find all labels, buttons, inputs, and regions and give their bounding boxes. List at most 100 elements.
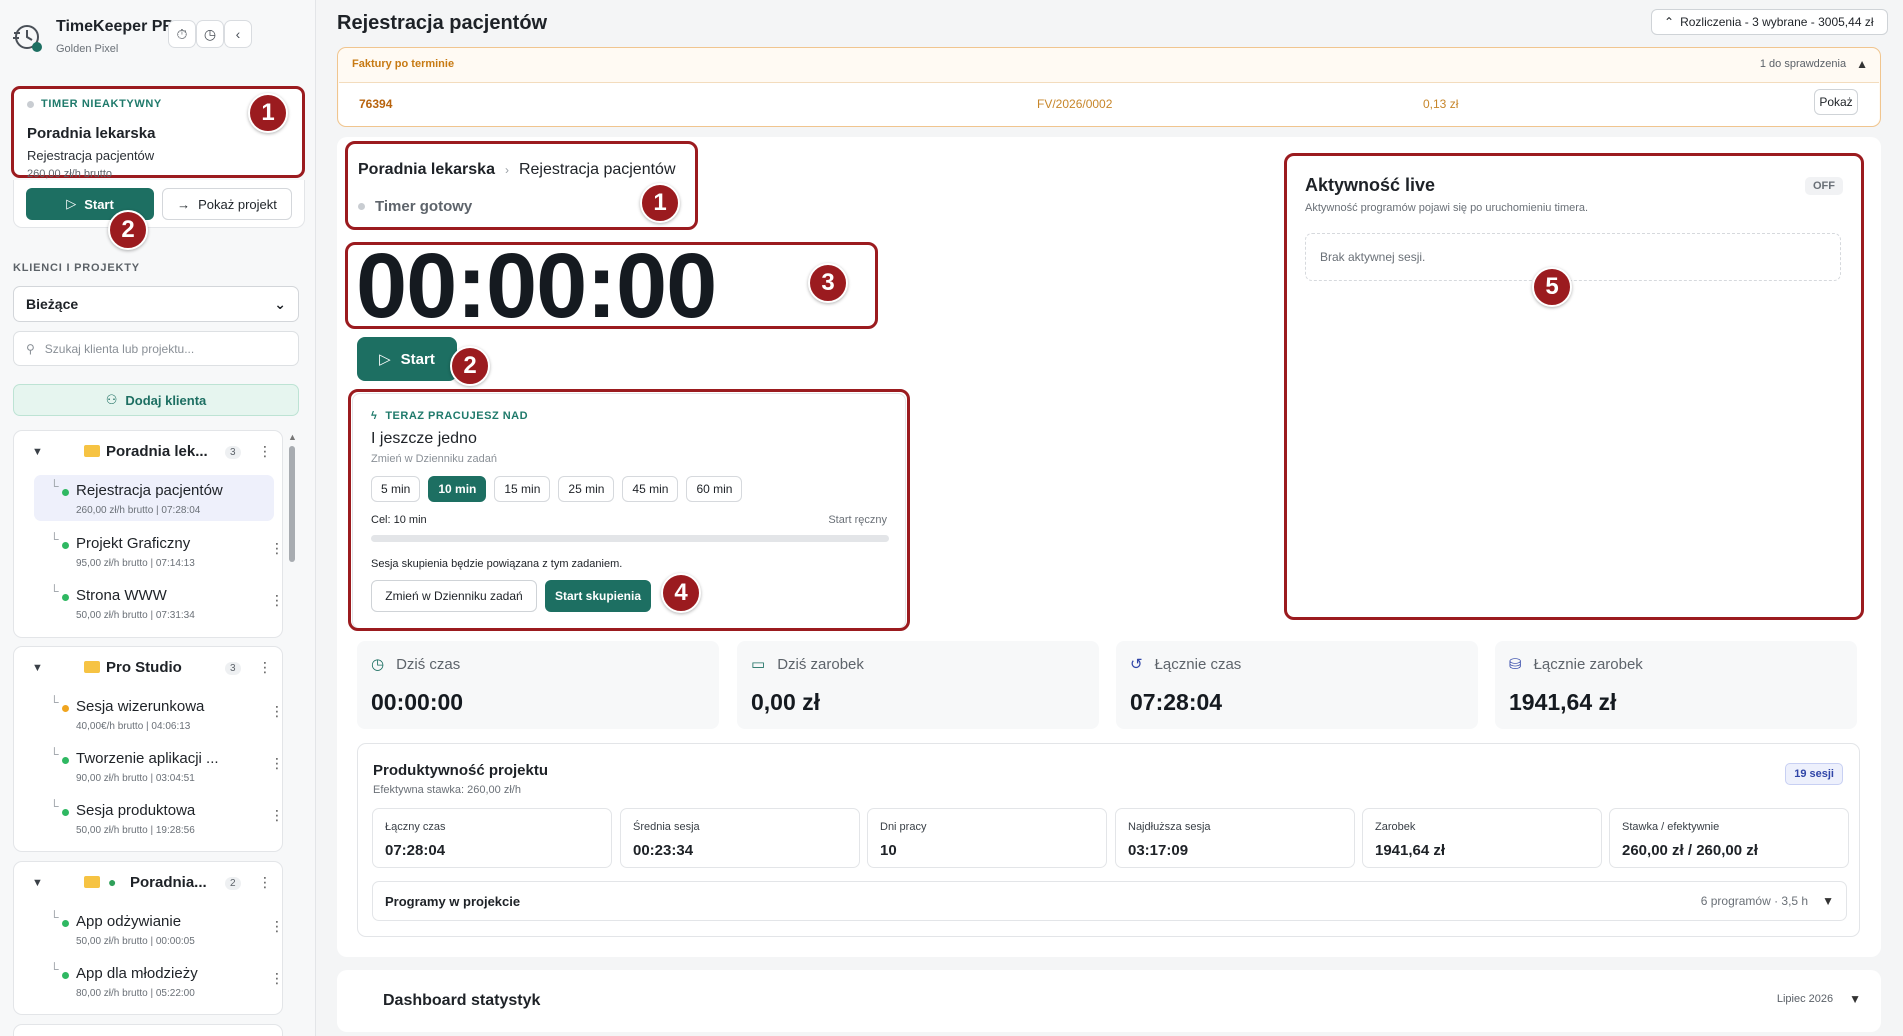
status-dot-icon [62, 920, 69, 927]
folder-icon [84, 445, 100, 457]
kebab-menu-icon[interactable]: ⋮ [270, 540, 284, 557]
sidebar-scrollbar[interactable]: ▲ [288, 432, 297, 568]
coins-icon: ⛁ [1509, 656, 1522, 673]
chevron-left-icon: ‹ [235, 26, 241, 42]
project-item[interactable]: └ App dla młodzieży 80,00 zł/h brutto | … [34, 958, 284, 1004]
highlight-frame [1284, 153, 1864, 620]
page-title: Rejestracja pacjentów [337, 12, 548, 34]
sidebar: TimeKeeper PRO Golden Pixel ⏱ ◷ ‹ TIMER … [0, 0, 316, 1036]
project-count-badge: 2 [225, 877, 241, 890]
project-productivity-panel: Produktywność projektu Efektywna stawka:… [357, 743, 1860, 937]
dashboard-period: Lipiec 2026 [1776, 993, 1834, 1005]
metric-card: Stawka / efektywnie 260,00 zł / 260,00 zł [1609, 808, 1849, 868]
kebab-menu-icon[interactable]: ⋮ [270, 970, 284, 987]
scroll-thumb[interactable] [289, 446, 295, 562]
timer-status: TIMER NIEAKTYWNY [41, 98, 162, 110]
caret-down-icon: ▼ [1822, 894, 1834, 908]
add-user-icon: ⚇ [105, 392, 118, 407]
invoice-id: FV/2026/0002 [1037, 97, 1113, 111]
chevron-down-icon: ⌄ [274, 295, 286, 312]
project-item[interactable]: └ App odżywianie 50,00 zł/h brutto | 00:… [34, 906, 284, 952]
timer-rate: 260,00 zł/h brutto [27, 168, 113, 180]
metric-card: Dni pracy 10 [867, 808, 1107, 868]
caret-down-icon: ▼ [32, 662, 43, 674]
status-dot-icon [62, 972, 69, 979]
history-button[interactable]: ◷ [196, 20, 224, 48]
productivity-subtitle: Efektywna stawka: 260,00 zł/h [373, 784, 521, 796]
chevron-up-icon: ⌃ [1664, 15, 1675, 29]
stat-total-time: ↺ Łącznie czas 07:28:04 [1116, 641, 1478, 729]
folder-icon [84, 661, 100, 673]
collapse-icon[interactable]: ▲ [1856, 57, 1868, 71]
billing-summary-button[interactable]: ⌃ Rozliczenia - 3 wybrane - 3005,44 zł [1651, 9, 1888, 35]
annotation-badge: 2 [108, 210, 148, 250]
stat-total-earnings: ⛁ Łącznie zarobek 1941,64 zł [1495, 641, 1857, 729]
client-group: ▼ ● Poradnia... 2 ⋮ └ App odżywianie 50,… [13, 861, 284, 1015]
annotation-badge: 1 [640, 183, 680, 223]
invoice-amount: 0,13 zł [1423, 97, 1459, 111]
annotation-badge: 2 [450, 346, 490, 386]
project-item[interactable]: └ Strona WWW 50,00 zł/h brutto | 07:31:3… [34, 580, 284, 626]
client-group [13, 1024, 283, 1036]
stat-today-time: ◷ Dziś czas 00:00:00 [357, 641, 719, 729]
overdue-title: Faktury po terminie [352, 58, 455, 70]
client-group-header[interactable]: ▼ ● Poradnia... 2 ⋮ [14, 862, 284, 906]
client-group: ▼ Poradnia lek... 3 ⋮ └ Rejestracja pacj… [13, 430, 284, 638]
dashboard-title: Dashboard statystyk [383, 992, 541, 1009]
brand: TimeKeeper PRO Golden Pixel ⏱ ◷ ‹ [12, 16, 304, 60]
highlight-frame [348, 389, 910, 631]
annotation-badge: 1 [248, 93, 288, 133]
project-count-badge: 3 [225, 446, 241, 459]
status-dot-icon [62, 594, 69, 601]
timer-logo-icon [13, 25, 42, 52]
metric-card: Najdłuższa sesja 03:17:09 [1115, 808, 1355, 868]
caret-down-icon: ▼ [32, 877, 43, 889]
project-item[interactable]: └ Tworzenie aplikacji ... 90,00 zł/h bru… [34, 743, 284, 789]
stopwatch-button[interactable]: ⏱ [168, 20, 196, 48]
history-icon: ↺ [1130, 656, 1143, 673]
start-timer-button[interactable]: ▷ Start [357, 337, 457, 381]
add-client-button[interactable]: ⚇ Dodaj klienta [13, 384, 299, 416]
client-search-input[interactable]: ⚲ Szukaj klienta lub projektu... [13, 331, 299, 366]
invoice-number: 76394 [359, 97, 393, 111]
clock-icon: ◷ [371, 656, 385, 673]
show-project-button[interactable]: → Pokaż projekt [162, 188, 292, 220]
project-item[interactable]: └ Projekt Graficzny 95,00 zł/h brutto | … [34, 528, 284, 574]
caret-down-icon: ▼ [1849, 992, 1861, 1006]
status-dot-icon [62, 705, 69, 712]
project-item[interactable]: └ Rejestracja pacjentów 260,00 zł/h brut… [34, 475, 274, 521]
show-invoice-button[interactable]: Pokaż [1814, 89, 1858, 115]
kebab-menu-icon[interactable]: ⋮ [270, 703, 284, 720]
kebab-menu-icon[interactable]: ⋮ [270, 755, 284, 772]
dashboard-panel[interactable]: Dashboard statystyk Lipiec 2026 ▼ [337, 970, 1881, 1032]
client-group-header[interactable]: ▼ Poradnia lek... 3 ⋮ [14, 431, 284, 475]
play-icon: ▷ [379, 351, 391, 368]
play-icon: ▷ [66, 196, 77, 211]
client-avatar-icon: ● [108, 874, 117, 890]
kebab-menu-icon[interactable]: ⋮ [270, 592, 284, 609]
annotation-badge: 3 [808, 263, 848, 303]
arrow-right-icon: → [177, 196, 191, 212]
clock-icon: ◷ [203, 25, 217, 42]
status-dot-icon [62, 757, 69, 764]
kebab-menu-icon[interactable]: ⋮ [270, 918, 284, 935]
kebab-menu-icon[interactable]: ⋮ [258, 874, 272, 891]
kebab-menu-icon[interactable]: ⋮ [270, 807, 284, 824]
metric-card: Zarobek 1941,64 zł [1362, 808, 1602, 868]
project-count-badge: 3 [225, 662, 241, 675]
app-title: TimeKeeper PRO [56, 18, 187, 35]
project-filter-select[interactable]: Bieżące ⌄ [13, 286, 299, 322]
project-item[interactable]: └ Sesja produktowa 50,00 zł/h brutto | 1… [34, 795, 284, 841]
kebab-menu-icon[interactable]: ⋮ [258, 443, 272, 460]
sidebar-actions: ▷ Start → Pokaż projekt [13, 180, 305, 228]
client-group-header[interactable]: ▼ Pro Studio 3 ⋮ [14, 647, 284, 691]
collapse-sidebar-button[interactable]: ‹ [224, 20, 252, 48]
annotation-badge: 5 [1532, 267, 1572, 307]
status-dot-icon [27, 100, 34, 108]
programs-dropdown[interactable]: Programy w projekcie 6 programów · 3,5 h… [372, 881, 1847, 921]
folder-icon [84, 876, 100, 888]
stopwatch-icon: ⏱ [176, 25, 188, 42]
kebab-menu-icon[interactable]: ⋮ [258, 659, 272, 676]
status-dot-icon [62, 809, 69, 816]
project-item[interactable]: └ Sesja wizerunkowa 40,00€/h brutto | 04… [34, 691, 284, 737]
